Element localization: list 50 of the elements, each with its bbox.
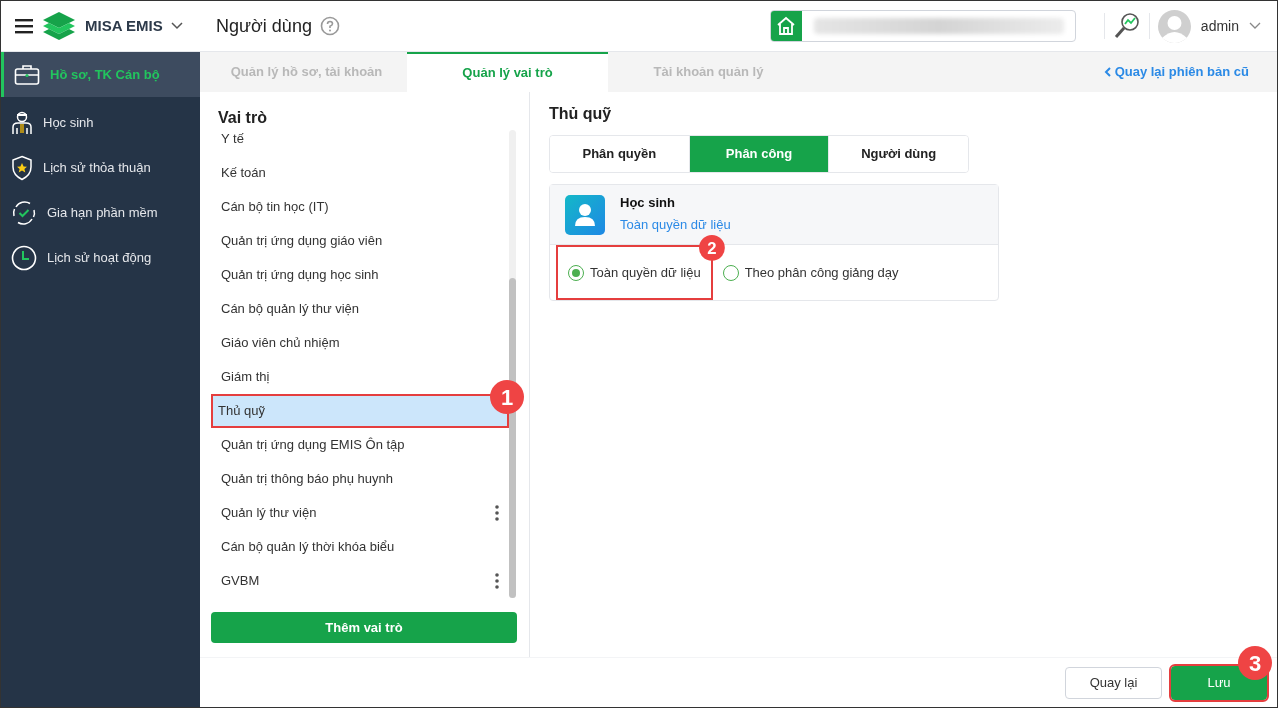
help-icon[interactable]: [319, 16, 340, 36]
brand-name: MISA EMIS: [85, 15, 163, 36]
briefcase-icon: [14, 63, 40, 86]
section-title: Thủ quỹ: [549, 104, 613, 124]
role-item[interactable]: Cán bộ tin học (IT): [221, 197, 329, 217]
chevron-left-icon: [1103, 67, 1111, 77]
role-item[interactable]: Y tế: [221, 130, 244, 149]
role-item[interactable]: Giáo viên chủ nhiệm: [221, 333, 340, 353]
chevron-down-icon[interactable]: [170, 22, 183, 30]
section-title: Vai trò: [217, 108, 268, 128]
role-item[interactable]: Cán bộ quản lý thư viện: [221, 299, 360, 319]
sidebar-item[interactable]: Lịch sử hoạt động: [1, 235, 200, 280]
home-icon: [776, 16, 797, 36]
sidebar-item[interactable]: Hồ sơ, TK Cán bộ: [1, 52, 200, 97]
shield-star-icon: [11, 154, 33, 181]
radio-label[interactable]: Toàn quyền dữ liệu: [590, 262, 701, 283]
logo-icon: [41, 12, 77, 40]
role-item[interactable]: Quản trị ứng dụng EMIS Ôn tập: [221, 435, 405, 455]
step-badge: 2: [699, 235, 725, 261]
clock-icon: [11, 244, 37, 271]
more-options-icon[interactable]: [495, 505, 499, 521]
step-badge: 1: [490, 380, 524, 414]
sidebar-item[interactable]: Gia hạn phần mềm: [1, 190, 200, 235]
role-item[interactable]: Cán bộ quản lý thời khóa biểu: [221, 537, 395, 557]
role-item[interactable]: Quản lý thư viện: [221, 503, 317, 523]
permission-summary: Toàn quyền dữ liệu: [620, 216, 731, 234]
sidebar-item[interactable]: Lịch sử thỏa thuận: [1, 145, 200, 190]
sidebar-item[interactable]: Học sinh: [1, 100, 200, 145]
school-selector[interactable]: [769, 10, 1076, 42]
segment-tab[interactable]: Phân quyền: [550, 136, 690, 172]
menu-icon[interactable]: [15, 18, 33, 34]
student-avatar-icon: [565, 195, 605, 235]
back-button[interactable]: Quay lại: [1065, 666, 1162, 699]
user-name[interactable]: admin: [1200, 15, 1239, 37]
renew-check-icon: [11, 199, 37, 226]
page-title: Người dùng: [216, 14, 312, 38]
role-item[interactable]: Giám thị: [221, 367, 270, 387]
analytics-search-icon[interactable]: [1112, 12, 1141, 40]
radio-label[interactable]: Theo phân công giảng dạy: [744, 262, 899, 283]
role-item[interactable]: GVBM: [221, 571, 260, 591]
role-item[interactable]: Quản trị thông báo phụ huynh: [221, 469, 394, 489]
role-item[interactable]: Quản trị ứng dụng giáo viên: [221, 231, 383, 251]
role-item[interactable]: Quản trị ứng dụng học sinh: [221, 265, 379, 285]
chevron-down-icon[interactable]: [1249, 22, 1261, 30]
step-badge: 3: [1238, 646, 1272, 680]
card-title: Học sinh: [620, 195, 676, 211]
role-item[interactable]: Thủ quỹ: [218, 401, 265, 421]
role-item[interactable]: Kế toán: [221, 163, 266, 183]
more-options-icon[interactable]: [495, 573, 499, 589]
student-icon: [11, 110, 33, 135]
